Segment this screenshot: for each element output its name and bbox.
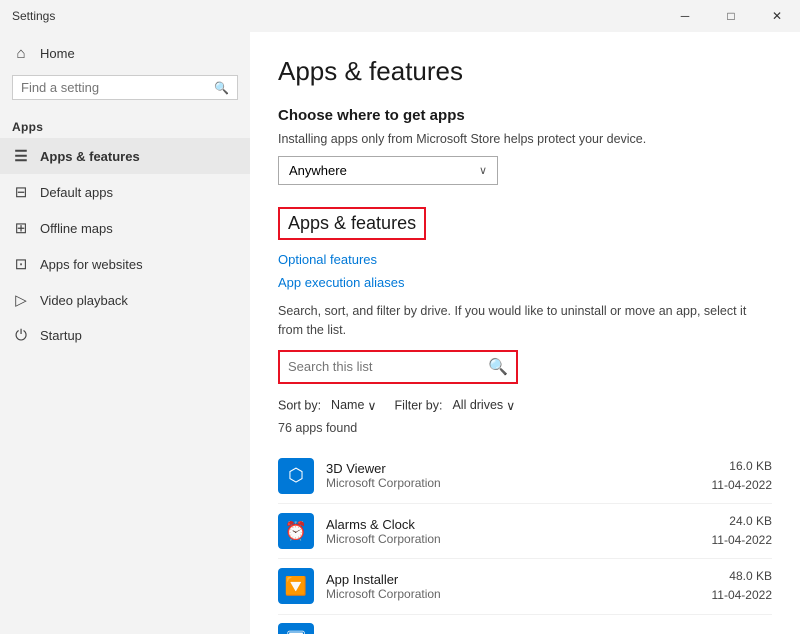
page-title: Apps & features [278, 56, 772, 87]
app-info: App InstallerMicrosoft Corporation [326, 572, 700, 601]
sidebar-apps-websites-label: Apps for websites [40, 257, 143, 272]
app-icon: 🖥 [278, 623, 314, 634]
app-date: 11-04-2022 [712, 476, 773, 495]
sidebar-home-label: Home [40, 46, 75, 61]
chevron-down-icon: ∨ [479, 164, 487, 177]
app-list: ⬡3D ViewerMicrosoft Corporation16.0 KB11… [278, 449, 772, 634]
app-icon: ⏰ [278, 513, 314, 549]
app-size: 24.0 KB [712, 512, 773, 531]
startup-icon: ⏻ [12, 327, 30, 344]
window-title: Settings [12, 9, 55, 23]
apps-features-icon: ☰ [12, 147, 30, 165]
app-name: 3D Viewer [326, 461, 700, 476]
apps-websites-icon: ⊡ [12, 255, 30, 273]
search-list-input[interactable] [288, 359, 488, 374]
sidebar-section-apps: Apps [0, 112, 250, 138]
sort-filter-row: Sort by: Name ∨ Filter by: All drives ∨ [278, 398, 772, 413]
sidebar-offline-maps-label: Offline maps [40, 221, 113, 236]
sidebar-apps-features-label: Apps & features [40, 149, 140, 164]
app-corp: Microsoft Corporation [326, 476, 700, 490]
apps-count: 76 apps found [278, 421, 772, 435]
app-meta: 24.0 KB11-04-2022 [712, 512, 773, 550]
get-apps-dropdown-value: Anywhere [289, 163, 347, 178]
sidebar-item-offline-maps[interactable]: ⊞ Offline maps [0, 210, 250, 246]
maximize-button[interactable]: □ [708, 0, 754, 32]
filter-description: Search, sort, and filter by drive. If yo… [278, 302, 772, 340]
settings-search-box[interactable]: 🔍 [12, 75, 238, 100]
app-meta: 16.0 KB11-04-2022 [712, 457, 773, 495]
default-apps-icon: ⊟ [12, 183, 30, 201]
sidebar-item-home[interactable]: ⌂ Home [0, 36, 250, 71]
sidebar-startup-label: Startup [40, 328, 82, 343]
app-corp: Microsoft Corporation [326, 587, 700, 601]
sidebar-video-playback-label: Video playback [40, 293, 128, 308]
apps-features-heading: Apps & features [278, 207, 426, 240]
app-execution-link[interactable]: App execution aliases [278, 275, 772, 290]
app-list-item[interactable]: 🖥BioniX Wallpaper Changer20-05-2022 [278, 615, 772, 634]
app-date: 11-04-2022 [712, 586, 773, 605]
get-apps-dropdown[interactable]: Anywhere ∨ [278, 156, 498, 185]
sidebar-item-default-apps[interactable]: ⊟ Default apps [0, 174, 250, 210]
sort-dropdown[interactable]: Name ∨ [325, 398, 377, 413]
choose-where-title: Choose where to get apps [278, 107, 772, 124]
app-corp: Microsoft Corporation [326, 532, 700, 546]
choose-where-desc: Installing apps only from Microsoft Stor… [278, 132, 772, 146]
sidebar-default-apps-label: Default apps [40, 185, 113, 200]
app-info: Alarms & ClockMicrosoft Corporation [326, 517, 700, 546]
app-date: 11-04-2022 [712, 531, 773, 550]
sidebar: ⌂ Home 🔍 Apps ☰ Apps & features ⊟ Defaul… [0, 32, 250, 634]
search-icon: 🔍 [214, 81, 229, 95]
close-button[interactable]: ✕ [754, 0, 800, 32]
home-icon: ⌂ [12, 45, 30, 62]
app-name: App Installer [326, 572, 700, 587]
app-size: 16.0 KB [712, 457, 773, 476]
filter-dropdown[interactable]: All drives ∨ [446, 398, 515, 413]
search-list-icon: 🔍 [488, 357, 508, 377]
app-icon: ⬡ [278, 458, 314, 494]
settings-search-input[interactable] [21, 80, 208, 95]
sidebar-item-apps-features[interactable]: ☰ Apps & features [0, 138, 250, 174]
titlebar: Settings ─ □ ✕ [0, 0, 800, 32]
app-info: 3D ViewerMicrosoft Corporation [326, 461, 700, 490]
optional-features-link[interactable]: Optional features [278, 252, 772, 267]
app-name: Alarms & Clock [326, 517, 700, 532]
filter-label: Filter by: All drives ∨ [395, 398, 516, 413]
content-area: Apps & features Choose where to get apps… [250, 32, 800, 634]
sidebar-item-apps-websites[interactable]: ⊡ Apps for websites [0, 246, 250, 282]
search-list-box[interactable]: 🔍 [278, 350, 518, 384]
sidebar-item-startup[interactable]: ⏻ Startup [0, 318, 250, 353]
app-size: 48.0 KB [712, 567, 773, 586]
app-list-item[interactable]: 🔽 App InstallerMicrosoft Corporation 48.0 … [278, 559, 772, 614]
app-list-item[interactable]: ⬡ 3D ViewerMicrosoft Corporation 16.0 KB11… [278, 449, 772, 504]
main-layout: ⌂ Home 🔍 Apps ☰ Apps & features ⊟ Defaul… [0, 32, 800, 634]
offline-maps-icon: ⊞ [12, 219, 30, 237]
window-controls: ─ □ ✕ [662, 0, 800, 32]
sidebar-item-video-playback[interactable]: ▷ Video playback [0, 282, 250, 318]
app-meta: 48.0 KB11-04-2022 [712, 567, 773, 605]
video-playback-icon: ▷ [12, 291, 30, 309]
app-icon: 🔽 [278, 568, 314, 604]
minimize-button[interactable]: ─ [662, 0, 708, 32]
sort-label: Sort by: Name ∨ [278, 398, 377, 413]
app-list-item[interactable]: ⏰ Alarms & ClockMicrosoft Corporation 24.0… [278, 504, 772, 559]
